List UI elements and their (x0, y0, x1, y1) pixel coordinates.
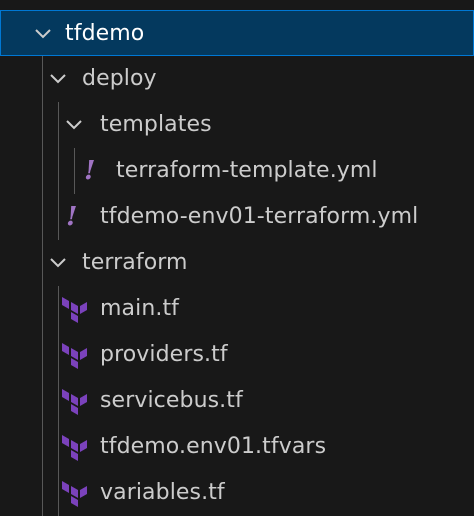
file-explorer-tree: tfdemo deploy templates ! terraform-temp… (0, 0, 474, 516)
file-row-tfdemo-env01-terraform-yml[interactable]: ! tfdemo-env01-terraform.yml (0, 194, 474, 240)
chevron-down-icon[interactable] (47, 68, 69, 90)
file-row-variables-tf[interactable]: variables.tf (0, 470, 474, 516)
chevron-down-icon[interactable] (47, 252, 69, 274)
terraform-file-icon (60, 479, 90, 507)
folder-label: tfdemo (65, 21, 145, 46)
chevron-down-icon[interactable] (32, 23, 54, 45)
file-label: tfdemo.env01.tfvars (100, 434, 327, 459)
file-row-providers-tf[interactable]: providers.tf (0, 332, 474, 378)
file-row-terraform-template-yml[interactable]: ! terraform-template.yml (0, 148, 474, 194)
file-row-main-tf[interactable]: main.tf (0, 286, 474, 332)
yaml-file-icon: ! (66, 202, 78, 232)
terraform-file-icon (60, 433, 90, 461)
file-row-servicebus-tf[interactable]: servicebus.tf (0, 378, 474, 424)
folder-label: deploy (82, 66, 157, 91)
file-label: tfdemo-env01-terraform.yml (100, 204, 419, 229)
folder-label: terraform (82, 250, 188, 275)
file-label: variables.tf (100, 480, 225, 505)
folder-row-templates[interactable]: templates (0, 102, 474, 148)
folder-label: templates (100, 112, 212, 137)
file-label: providers.tf (100, 342, 228, 367)
file-row-tfdemo-env01-tfvars[interactable]: tfdemo.env01.tfvars (0, 424, 474, 470)
folder-row-tfdemo[interactable]: tfdemo (0, 10, 474, 56)
file-label: main.tf (100, 296, 180, 321)
file-label: terraform-template.yml (116, 158, 378, 183)
chevron-down-icon[interactable] (63, 114, 85, 136)
folder-row-terraform[interactable]: terraform (0, 240, 474, 286)
folder-row-deploy[interactable]: deploy (0, 56, 474, 102)
terraform-file-icon (60, 341, 90, 369)
terraform-file-icon (60, 387, 90, 415)
terraform-file-icon (60, 295, 90, 323)
yaml-file-icon: ! (84, 156, 96, 186)
file-label: servicebus.tf (100, 388, 243, 413)
